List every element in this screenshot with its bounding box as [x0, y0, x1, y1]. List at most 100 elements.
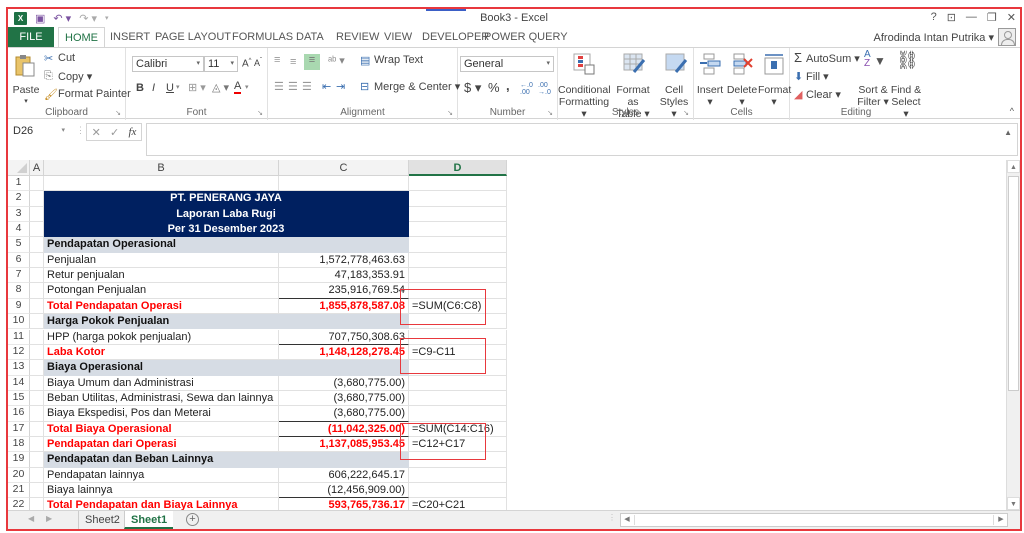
- increase-indent-icon[interactable]: ⇥: [336, 80, 345, 93]
- increase-decimal-icon[interactable]: ←.0.00: [520, 82, 533, 96]
- cell-B16[interactable]: Biaya Ekspedisi, Pos dan Meterai: [44, 406, 279, 422]
- row-header[interactable]: 22: [8, 498, 30, 510]
- cell-A12[interactable]: [30, 344, 44, 361]
- cell-A20[interactable]: [30, 467, 44, 483]
- user-name[interactable]: Afrodinda Intan Putrika ▾: [874, 31, 994, 44]
- cell-C20[interactable]: 606,222,645.17: [279, 467, 409, 483]
- styles-launcher-icon[interactable]: ↘: [683, 109, 689, 117]
- column-header-b[interactable]: B: [44, 160, 279, 176]
- top-align-icon[interactable]: ≡: [274, 54, 280, 66]
- row-header[interactable]: 3: [8, 206, 30, 223]
- cell-B3[interactable]: Laporan Laba Rugi: [44, 206, 409, 223]
- cell-C11[interactable]: 707,750,308.63: [279, 329, 409, 345]
- cell-A7[interactable]: [30, 268, 44, 284]
- row-header[interactable]: 21: [8, 483, 30, 499]
- cell-A10[interactable]: [30, 314, 44, 330]
- percent-button[interactable]: %: [488, 80, 500, 95]
- cell-A8[interactable]: [30, 283, 44, 299]
- copy-button[interactable]: Copy ▾: [58, 70, 92, 83]
- cell-C6[interactable]: 1,572,778,463.63: [279, 252, 409, 269]
- orientation-icon[interactable]: ᵃᵇ ▾: [328, 54, 345, 67]
- name-box-dropdown-icon[interactable]: ▾: [61, 123, 65, 139]
- row-header[interactable]: 6: [8, 252, 30, 269]
- fill-button[interactable]: Fill ▾: [806, 70, 829, 83]
- format-painter-button[interactable]: Format Painter: [58, 88, 131, 100]
- cell-C1[interactable]: [279, 176, 409, 192]
- cell-B1[interactable]: [44, 176, 279, 192]
- paste-button[interactable]: Paste: [10, 84, 42, 96]
- formula-input[interactable]: ▲: [146, 123, 1018, 156]
- next-sheet-icon[interactable]: ▶: [46, 514, 52, 523]
- tab-formulas[interactable]: FORMULAS: [226, 27, 299, 47]
- fill-color-icon[interactable]: ◬ ▾: [212, 81, 229, 94]
- cell-B10[interactable]: Harga Pokok Penjualan: [44, 314, 279, 330]
- cell-C8[interactable]: 235,916,769.54: [279, 283, 409, 299]
- cell-A5[interactable]: [30, 237, 44, 253]
- restore-icon[interactable]: ❐: [987, 11, 997, 24]
- cell-B19[interactable]: Pendapatan dan Beban Lainnya: [44, 452, 279, 468]
- cell-B12[interactable]: Laba Kotor: [44, 344, 279, 361]
- cell-A19[interactable]: [30, 452, 44, 468]
- cell-C13[interactable]: [279, 360, 409, 376]
- collapse-ribbon-icon[interactable]: ^: [1010, 106, 1014, 116]
- align-center-icon[interactable]: ☰: [288, 80, 298, 93]
- grow-font-icon[interactable]: A^: [242, 58, 252, 69]
- currency-button[interactable]: $ ▾: [464, 80, 481, 96]
- cell-B22[interactable]: Total Pendapatan dan Biaya Lainnya: [44, 498, 279, 510]
- name-box[interactable]: D26 ▾: [10, 123, 68, 139]
- row-header[interactable]: 5: [8, 237, 30, 253]
- italic-button[interactable]: I: [152, 82, 155, 94]
- cell-C12[interactable]: 1,148,128,278.45: [279, 344, 409, 361]
- cell-D14[interactable]: [409, 375, 507, 391]
- scroll-up-icon[interactable]: ▲: [1007, 160, 1020, 173]
- bold-button[interactable]: B: [136, 82, 144, 94]
- cell-A18[interactable]: [30, 436, 44, 453]
- cell-B15[interactable]: Beban Utilitas, Administrasi, Sewa dan l…: [44, 390, 279, 407]
- cell-D15[interactable]: [409, 390, 507, 407]
- underline-dropdown-icon[interactable]: ▾: [176, 83, 180, 91]
- cell-B11[interactable]: HPP (harga pokok penjualan): [44, 329, 279, 345]
- row-header[interactable]: 4: [8, 222, 30, 238]
- cell-A21[interactable]: [30, 483, 44, 499]
- cell-B18[interactable]: Pendapatan dari Operasi: [44, 436, 279, 453]
- sort-filter-button[interactable]: Sort & Filter ▾: [856, 84, 890, 108]
- cell-A6[interactable]: [30, 252, 44, 269]
- cell-D6[interactable]: [409, 252, 507, 269]
- bottom-align-icon[interactable]: ≡: [304, 54, 320, 70]
- row-header[interactable]: 19: [8, 452, 30, 468]
- tab-file[interactable]: FILE: [8, 27, 54, 47]
- avatar[interactable]: [998, 28, 1016, 46]
- cell-A1[interactable]: [30, 176, 44, 192]
- cell-B9[interactable]: Total Pendapatan Operasi: [44, 298, 279, 315]
- font-color-dropdown-icon[interactable]: ▾: [245, 83, 249, 91]
- tab-data[interactable]: DATA: [290, 27, 330, 47]
- cell-A14[interactable]: [30, 375, 44, 391]
- cell-A13[interactable]: [30, 360, 44, 376]
- cell-C5[interactable]: [279, 237, 409, 253]
- align-left-icon[interactable]: ☰: [274, 80, 284, 93]
- cell-B14[interactable]: Biaya Umum dan Administrasi: [44, 375, 279, 391]
- decrease-indent-icon[interactable]: ⇤: [322, 80, 331, 93]
- tab-home[interactable]: HOME: [58, 27, 105, 48]
- expand-formula-bar-icon[interactable]: ▲: [1004, 128, 1012, 137]
- delete-cells-button[interactable]: Delete ▾: [726, 84, 758, 108]
- row-header[interactable]: 9: [8, 298, 30, 315]
- cell-D2[interactable]: [409, 191, 507, 207]
- close-icon[interactable]: ✕: [1007, 11, 1016, 24]
- cancel-formula-icon[interactable]: ✕: [92, 126, 101, 139]
- cell-C22[interactable]: 593,765,736.17: [279, 498, 409, 510]
- alignment-launcher-icon[interactable]: ↘: [447, 109, 453, 117]
- cell-B7[interactable]: Retur penjualan: [44, 268, 279, 284]
- number-format-select[interactable]: General ▾: [460, 56, 554, 72]
- cell-C7[interactable]: 47,183,353.91: [279, 268, 409, 284]
- scroll-right-icon[interactable]: ▶: [995, 514, 1007, 526]
- row-header[interactable]: 18: [8, 436, 30, 453]
- format-cells-button[interactable]: Format ▾: [758, 84, 791, 108]
- cell-A17[interactable]: [30, 421, 44, 437]
- cell-D16[interactable]: [409, 406, 507, 422]
- font-size-select[interactable]: 11 ▾: [204, 56, 238, 72]
- cell-C19[interactable]: [279, 452, 409, 468]
- horizontal-scrollbar[interactable]: ◀ ▶: [620, 513, 1008, 527]
- font-color-icon[interactable]: A: [234, 81, 242, 94]
- cell-C21[interactable]: (12,456,909.00): [279, 483, 409, 499]
